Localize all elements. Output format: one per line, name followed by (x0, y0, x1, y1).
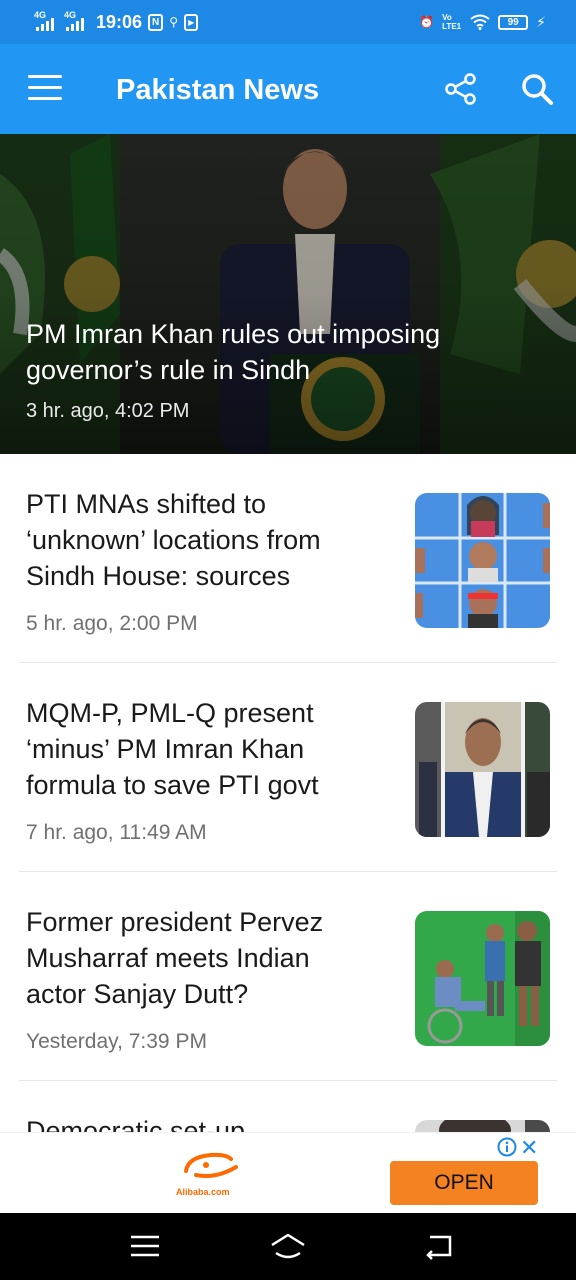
news-title: Former president Pervez Musharraf meets … (26, 907, 324, 1009)
alibaba-logo-icon (184, 1152, 238, 1178)
news-timestamp: 5 hr. ago, 2:00 PM (26, 612, 198, 635)
news-thumbnail (415, 702, 550, 837)
hero-title: PM Imran Khan rules out imposing governo… (26, 319, 441, 385)
usb-icon: ⚲ (169, 15, 179, 29)
status-bar: 4G 4G 19:06 N ⚲ ▶ ⏰ Vo LTE1 99 ⚡ (0, 0, 576, 44)
recent-apps-icon[interactable] (125, 1231, 165, 1261)
news-item[interactable]: MQM-P, PML-Q present ‘minus’ PM Imran Kh… (19, 663, 557, 872)
news-thumbnail (415, 911, 550, 1046)
notification-badge-icon: N (148, 13, 164, 31)
hamburger-menu-icon[interactable] (28, 75, 62, 103)
ad-banner[interactable]: Alibaba.com OPEN ✕ (0, 1132, 576, 1213)
news-list: PTI MNAs shifted to ‘unknown’ locations … (0, 454, 576, 1132)
news-timestamp: 7 hr. ago, 11:49 AM (26, 821, 207, 844)
news-thumbnail (415, 493, 550, 628)
hero-timestamp: 3 hr. ago, 4:02 PM (26, 400, 190, 422)
close-icon[interactable]: ✕ (520, 1135, 538, 1161)
search-icon[interactable] (520, 72, 554, 106)
news-timestamp: Yesterday, 7:39 PM (26, 1030, 207, 1053)
share-icon[interactable] (444, 72, 478, 106)
news-title: PTI MNAs shifted to ‘unknown’ locations … (26, 489, 321, 591)
ad-brand: Alibaba.com (176, 1187, 230, 1197)
news-title: MQM-P, PML-Q present ‘minus’ PM Imran Kh… (26, 698, 319, 800)
open-button[interactable]: OPEN (390, 1161, 538, 1205)
charging-icon: ⚡ (536, 13, 546, 30)
back-icon[interactable] (420, 1231, 460, 1261)
battery-icon: 99 (498, 14, 529, 30)
news-item[interactable]: Former president Pervez Musharraf meets … (19, 872, 557, 1081)
app-bar: Pakistan News (0, 44, 576, 134)
home-icon[interactable] (268, 1231, 308, 1261)
hero-article[interactable]: PM Imran Khan rules out imposing governo… (0, 134, 576, 454)
news-item[interactable]: PTI MNAs shifted to ‘unknown’ locations … (19, 454, 557, 663)
status-right: ⏰ Vo LTE1 99 ⚡ (419, 10, 546, 34)
status-left: 4G 4G 19:06 N ⚲ ▶ (34, 10, 199, 34)
clock: 19:06 (96, 11, 143, 32)
volte-label: Vo LTE1 (442, 13, 462, 31)
news-thumbnail (415, 1120, 550, 1132)
signal-icon: 4G (34, 10, 58, 33)
alibaba-logo: Alibaba.com (176, 1149, 246, 1197)
signal-icon: 4G (64, 10, 88, 33)
news-title: Democratic set-up (26, 1116, 246, 1132)
app-title: Pakistan News (116, 74, 320, 106)
news-item[interactable]: Democratic set-up (19, 1081, 557, 1132)
wifi-icon (470, 14, 490, 30)
youtube-icon: ▶ (184, 13, 199, 31)
info-icon[interactable] (497, 1137, 517, 1157)
alarm-icon: ⏰ (419, 15, 435, 29)
system-nav-bar (0, 1213, 576, 1280)
